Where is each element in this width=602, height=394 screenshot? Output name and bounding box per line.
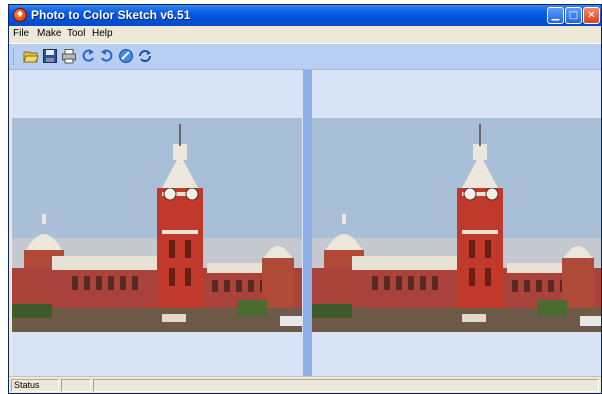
rotate-right-icon[interactable] — [99, 48, 115, 64]
menu-tool[interactable]: Tool — [67, 28, 85, 39]
toolbar-grip[interactable] — [13, 48, 17, 65]
make-sketch-icon[interactable] — [118, 48, 134, 64]
close-icon: ✕ — [587, 10, 596, 21]
status-cell-3 — [93, 379, 599, 392]
maximize-icon: □ — [568, 10, 579, 21]
pane-splitter[interactable] — [303, 70, 312, 376]
rotate-left-icon[interactable] — [80, 48, 96, 64]
menu-make[interactable]: Make — [37, 28, 61, 39]
menu-help[interactable]: Help — [92, 28, 113, 39]
original-photo — [12, 118, 302, 332]
workspace — [12, 70, 602, 376]
toolbar — [9, 43, 601, 70]
minimize-button[interactable]: ▁ — [547, 7, 564, 24]
menu-bar: File Make Tool Help — [9, 26, 601, 42]
app-logo-icon[interactable]: ♦ — [13, 8, 27, 22]
status-cell-2 — [61, 379, 91, 392]
status-bar: Status — [9, 376, 601, 393]
app-window: ♦ Photo to Color Sketch v6.51 ▁ □ ✕ File… — [8, 4, 602, 394]
status-text: Status — [11, 379, 59, 392]
title-bar[interactable]: ♦ Photo to Color Sketch v6.51 ▁ □ ✕ — [9, 5, 601, 26]
maximize-button[interactable]: □ — [565, 7, 582, 24]
menu-file[interactable]: File — [13, 28, 29, 39]
refresh-icon[interactable] — [137, 48, 153, 64]
sketch-image-pane[interactable] — [312, 70, 602, 376]
original-image-pane[interactable] — [12, 70, 303, 376]
open-folder-icon[interactable] — [23, 48, 39, 64]
close-button[interactable]: ✕ — [583, 7, 600, 24]
window-title: Photo to Color Sketch v6.51 — [31, 8, 191, 22]
sketch-photo — [312, 118, 602, 332]
minimize-icon: ▁ — [551, 10, 560, 21]
print-icon[interactable] — [61, 48, 77, 64]
save-disk-icon[interactable] — [42, 48, 58, 64]
